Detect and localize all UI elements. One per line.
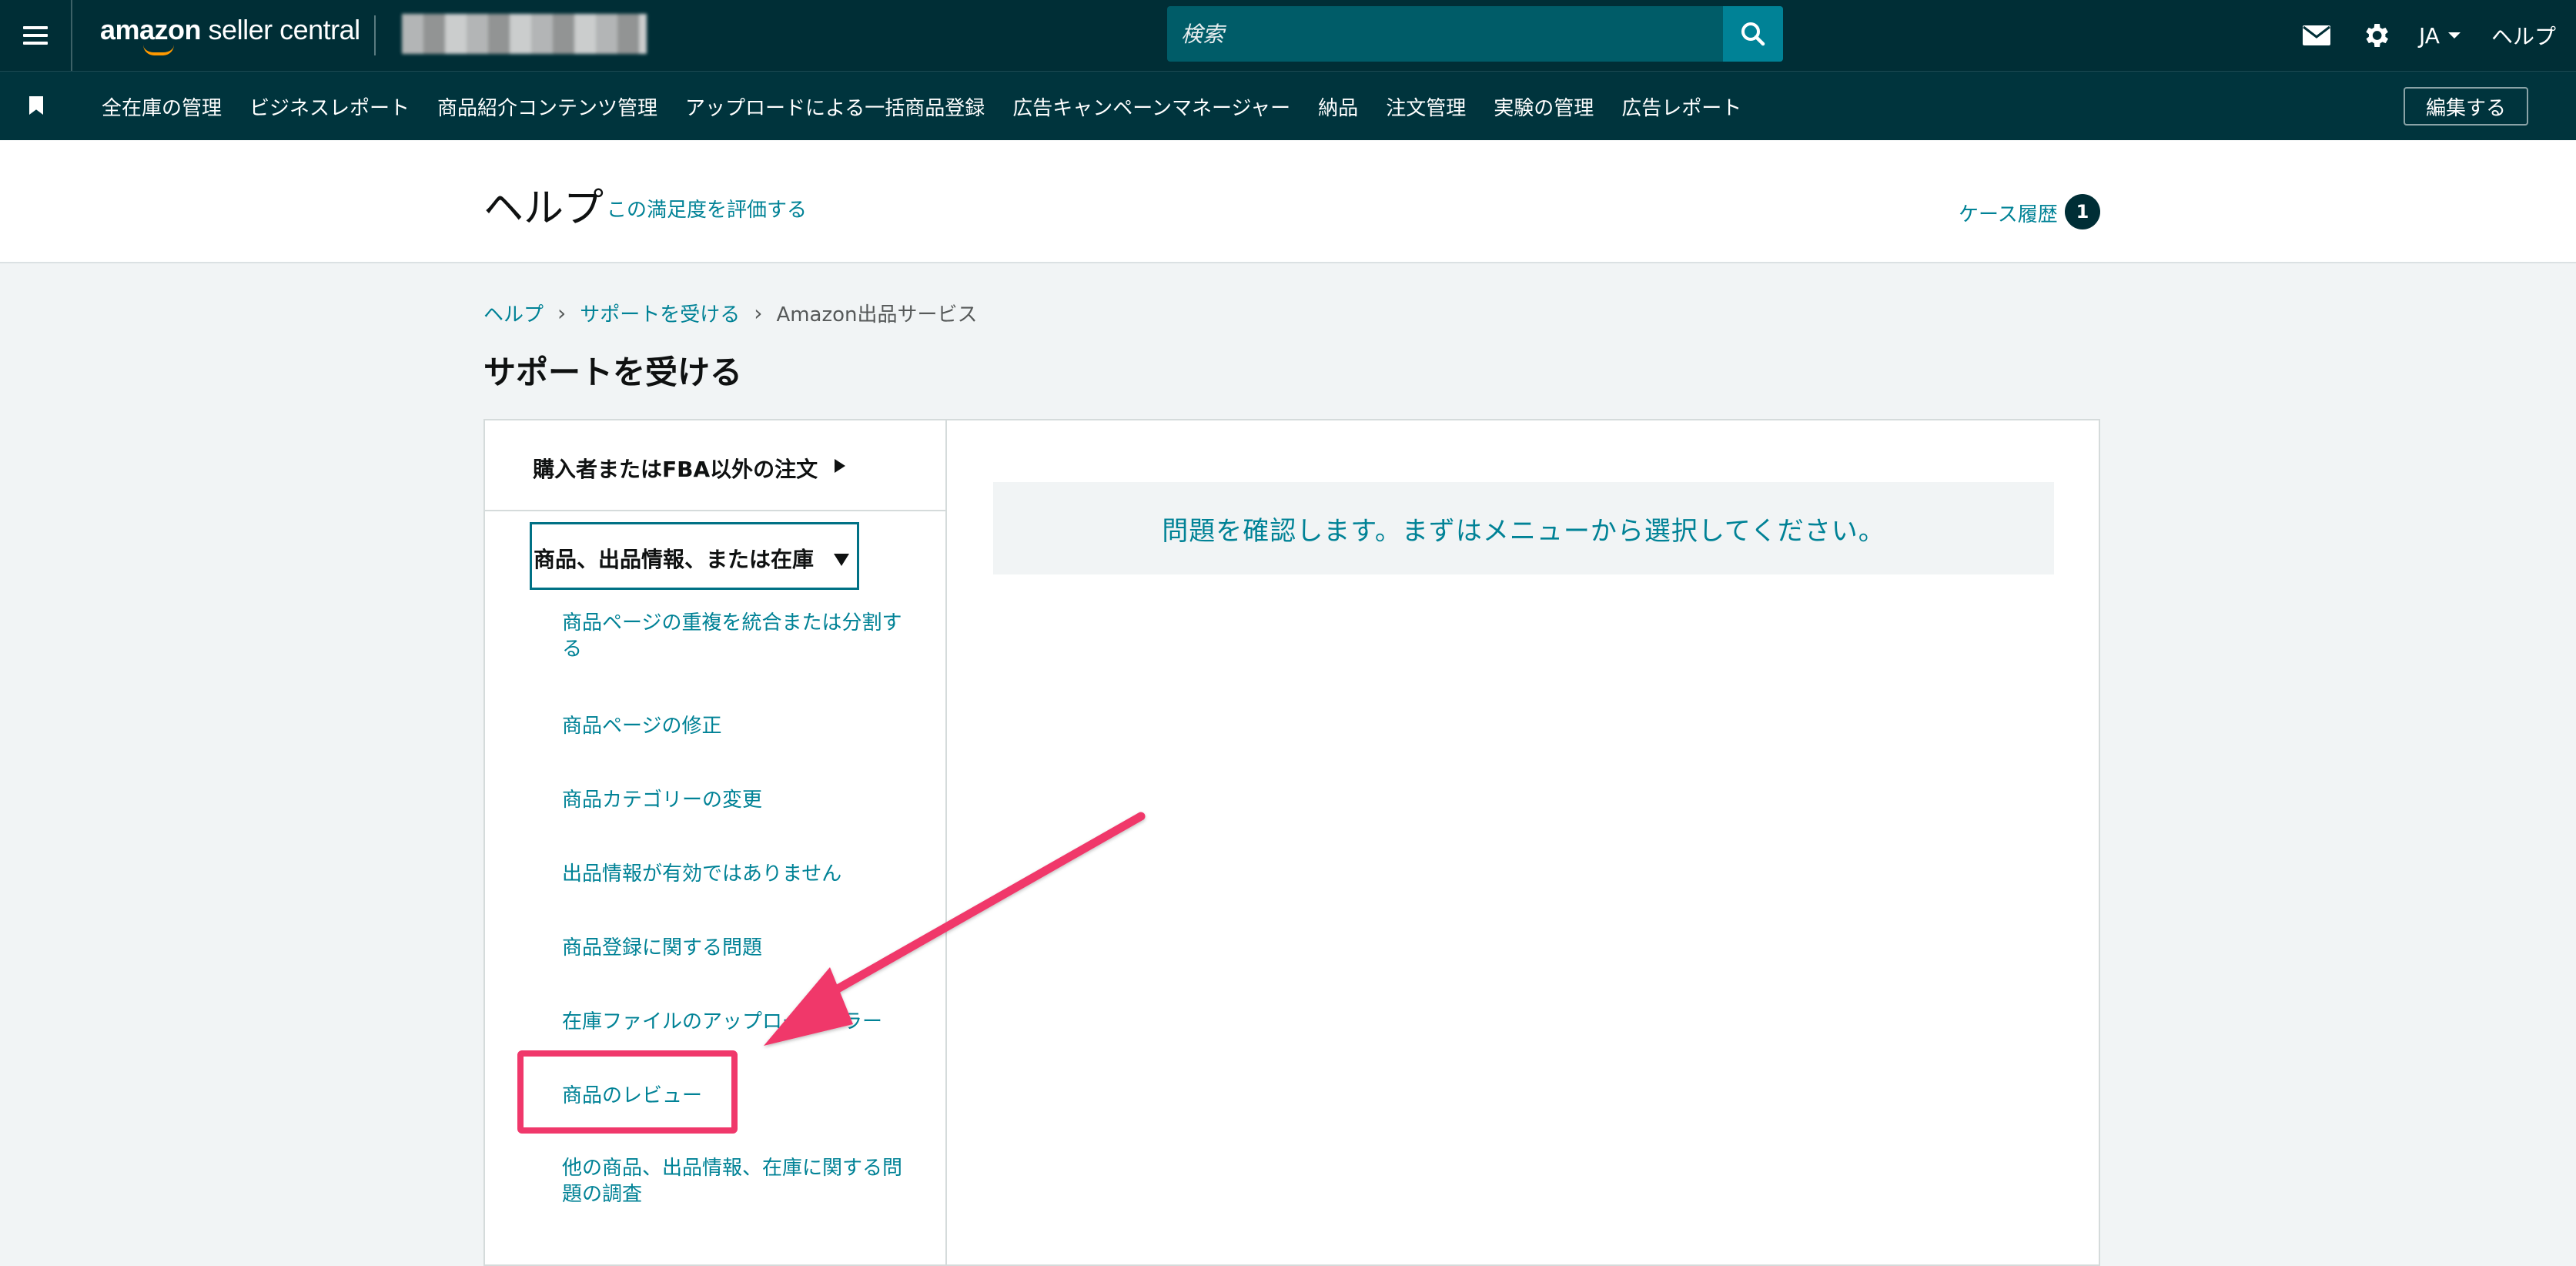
menu-item-listing-inactive[interactable]: 出品情報が有効ではありません xyxy=(562,861,916,887)
support-panel: 購入者またはFBA以外の注文 商品、出品情報、または在庫 商品ページの重複を統合… xyxy=(483,419,2100,1266)
seller-central-logo[interactable]: amazon seller central xyxy=(100,14,360,60)
category-label: 購入者またはFBA以外の注文 xyxy=(533,457,818,482)
case-count-badge[interactable]: 1 xyxy=(2065,194,2100,229)
menu-item-fix-product-page[interactable]: 商品ページの修正 xyxy=(562,713,916,739)
search-icon xyxy=(1741,22,1765,46)
breadcrumb-help[interactable]: ヘルプ xyxy=(483,299,544,327)
page-heading-help: ヘルプ xyxy=(483,186,604,232)
help-link[interactable]: ヘルプ xyxy=(2491,0,2556,71)
settings-gear-icon[interactable] xyxy=(2360,0,2391,71)
header-divider xyxy=(374,15,376,55)
nav-item-a-plus-content[interactable]: 商品紹介コンテンツ管理 xyxy=(437,92,657,121)
nav-item-business-reports[interactable]: ビジネスレポート xyxy=(249,92,410,121)
menu-item-listing-issues[interactable]: 商品登録に関する問題 xyxy=(562,935,916,961)
triangle-down-icon xyxy=(834,554,849,566)
menu-item-inventory-upload-error[interactable]: 在庫ファイルのアップロードエラー xyxy=(562,1009,916,1035)
help-header: ヘルプ この満足度を評価する ケース履歴 1 xyxy=(0,140,2576,263)
nav-item-campaign-manager[interactable]: 広告キャンペーンマネージャー xyxy=(1012,92,1290,121)
search-bar xyxy=(1167,6,1783,62)
category-label: 商品、出品情報、または在庫 xyxy=(534,547,815,572)
category-products-listings-inventory[interactable]: 商品、出品情報、または在庫 xyxy=(530,522,859,590)
nav-item-ad-reports[interactable]: 広告レポート xyxy=(1621,92,1741,121)
language-label: JA xyxy=(2419,22,2440,49)
content-area: 問題を確認します。まずはメニューから選択してください。 xyxy=(947,420,2099,1264)
rate-satisfaction-link[interactable]: この満足度を評価する xyxy=(607,194,807,223)
edit-nav-button[interactable]: 編集する xyxy=(2404,87,2528,126)
mail-icon[interactable] xyxy=(2302,0,2331,71)
search-button[interactable] xyxy=(1723,6,1783,62)
amazon-smile-icon xyxy=(143,45,174,55)
breadcrumb-current: Amazon出品サービス xyxy=(776,303,978,327)
top-bar: amazon seller central JA ヘルプ xyxy=(0,0,2576,71)
highlight-annotation-box xyxy=(517,1050,738,1134)
caret-down-icon xyxy=(2447,32,2461,39)
page-title: サポートを受ける xyxy=(483,353,743,391)
menu-item-merge-split-pages[interactable]: 商品ページの重複を統合または分割する xyxy=(562,610,916,662)
select-menu-notice: 問題を確認します。まずはメニューから選択してください。 xyxy=(993,482,2054,574)
search-input[interactable] xyxy=(1167,6,1721,62)
breadcrumb: ヘルプ › サポートを受ける › Amazon出品サービス xyxy=(483,299,978,327)
category-buyer-orders[interactable]: 購入者またはFBA以外の注文 xyxy=(485,420,945,511)
nav-item-shipments[interactable]: 納品 xyxy=(1318,92,1358,121)
nav-item-experiments[interactable]: 実験の管理 xyxy=(1494,92,1594,121)
nav-item-bulk-upload[interactable]: アップロードによる一括商品登録 xyxy=(685,92,985,121)
nav-item-inventory[interactable]: 全在庫の管理 xyxy=(102,92,222,121)
language-selector[interactable]: JA xyxy=(2419,0,2463,71)
nav-item-orders[interactable]: 注文管理 xyxy=(1386,92,1466,121)
menu-item-other-investigation[interactable]: 他の商品、出品情報、在庫に関する問題の調査 xyxy=(562,1155,916,1207)
hamburger-menu-icon[interactable] xyxy=(0,0,72,71)
bookmark-icon[interactable] xyxy=(29,96,43,115)
chevron-right-icon: › xyxy=(754,300,763,326)
triangle-right-icon xyxy=(835,459,845,473)
nav-bar: 全在庫の管理 ビジネスレポート 商品紹介コンテンツ管理 アップロードによる一括商… xyxy=(0,71,2576,140)
menu-item-change-category[interactable]: 商品カテゴリーの変更 xyxy=(562,787,916,813)
case-history-link[interactable]: ケース履歴 xyxy=(1959,199,2058,227)
breadcrumb-get-support[interactable]: サポートを受ける xyxy=(580,299,740,327)
category-menu: 購入者またはFBA以外の注文 商品、出品情報、または在庫 商品ページの重複を統合… xyxy=(485,420,947,1264)
store-name-blurred[interactable] xyxy=(402,14,647,54)
chevron-right-icon: › xyxy=(557,300,567,326)
